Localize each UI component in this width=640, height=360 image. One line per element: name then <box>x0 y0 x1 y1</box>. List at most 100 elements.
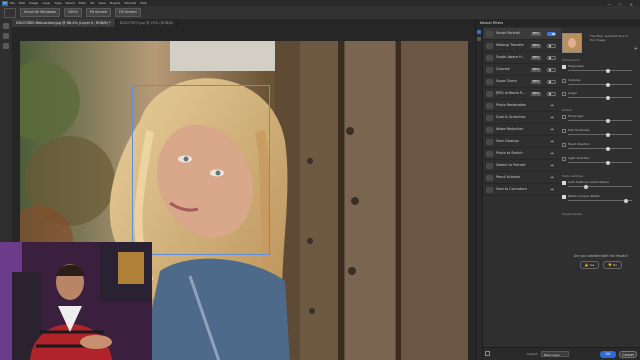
slider-track[interactable] <box>568 84 632 85</box>
slider-handle[interactable] <box>623 198 628 203</box>
slider-track[interactable] <box>568 70 632 71</box>
menu-image[interactable]: Image <box>29 1 38 5</box>
menu-help[interactable]: Help <box>140 1 147 5</box>
checkbox[interactable] <box>562 157 566 161</box>
feedback-no-button[interactable]: 👎 No <box>603 261 623 269</box>
slider-handle[interactable] <box>605 82 610 87</box>
document-tab[interactable]: DSC07850-Retouched.jpg @ 66.4% (Layer 0,… <box>12 19 116 27</box>
cloud-download-icon[interactable]: ☁ <box>550 175 554 179</box>
slider-track[interactable] <box>568 148 632 149</box>
fit-screen-button[interactable]: Fit Screen <box>85 8 112 17</box>
filter-row-dust-scratches[interactable]: Dust & Scratches ☁ <box>483 112 561 124</box>
hand-tool-icon[interactable] <box>4 7 16 18</box>
cloud-download-icon[interactable]: ☁ <box>550 115 554 119</box>
cancel-button[interactable]: Cancel <box>619 350 637 358</box>
menu-3d[interactable]: 3D <box>90 1 94 5</box>
filter-row-noise-reduction[interactable]: Noise Reduction ☁ <box>483 124 561 136</box>
slider-hair-thickness[interactable]: Hair thickness <box>562 128 636 137</box>
cloud-download-icon[interactable]: ☁ <box>550 103 554 107</box>
slider-track[interactable] <box>568 134 632 135</box>
slider-handle[interactable] <box>605 68 610 73</box>
checkbox[interactable] <box>562 181 566 185</box>
checkbox[interactable] <box>562 65 566 69</box>
cloud-download-icon[interactable]: ☁ <box>550 127 554 131</box>
slider-handle[interactable] <box>605 146 610 151</box>
filter-row-colorize[interactable]: Colorize BETA <box>483 64 561 76</box>
slider-track[interactable] <box>568 97 632 98</box>
checkbox[interactable] <box>562 115 566 119</box>
checkbox[interactable] <box>562 129 566 133</box>
scroll-all-windows-button[interactable]: Scroll All Windows <box>20 8 60 17</box>
slider-handle[interactable] <box>605 95 610 100</box>
move-tool-icon[interactable] <box>3 23 9 29</box>
filter-row-pencil-artwork[interactable]: Pencil Artwork ☁ <box>483 172 561 184</box>
slider-happiness[interactable]: Happiness <box>562 64 636 73</box>
checkbox[interactable] <box>562 195 566 199</box>
slider-track[interactable] <box>568 162 632 163</box>
menu-filter[interactable]: Filter <box>79 1 86 5</box>
filter-row-super-zoom[interactable]: Super Zoom BETA <box>483 76 561 88</box>
menu-edit[interactable]: Edit <box>19 1 25 5</box>
cloud-download-icon[interactable]: ☁ <box>550 187 554 191</box>
filters-icon[interactable] <box>477 30 481 34</box>
slider-handle[interactable] <box>605 160 610 165</box>
filter-row-jpeg-artifacts[interactable]: JPEG Artifacts R... BETA <box>483 88 561 100</box>
filter-row-makeup-transfer[interactable]: Makeup Transfer BETA <box>483 40 561 52</box>
filter-toggle[interactable] <box>547 31 556 36</box>
filter-row-face-cleanup[interactable]: Face Cleanup ☁ <box>483 136 561 148</box>
slider-facial-age[interactable]: Facial age <box>562 114 636 123</box>
filter-row-sketch-to-portrait[interactable]: Sketch to Portrait ☁ <box>483 160 561 172</box>
filter-thumbnail <box>486 78 493 85</box>
selected-face-thumbnail[interactable] <box>562 33 582 53</box>
presenter-video <box>0 242 152 360</box>
preview-toggle-icon[interactable] <box>485 351 490 356</box>
menu-select[interactable]: Select <box>66 1 75 5</box>
slider-light-direction[interactable]: Light direction <box>562 156 636 165</box>
slider-handle[interactable] <box>583 184 588 189</box>
filter-toggle[interactable] <box>547 43 556 48</box>
menu-type[interactable]: Type <box>55 1 62 5</box>
filter-thumbnail <box>486 186 493 193</box>
slider-surprise[interactable]: Surprise <box>562 78 636 87</box>
cloud-download-icon[interactable]: ☁ <box>550 139 554 143</box>
slider-track[interactable] <box>568 120 632 121</box>
filter-row-smart-portrait[interactable]: Smart Portrait BETA <box>483 28 561 40</box>
ok-button[interactable]: OK <box>600 350 616 358</box>
slider-anger[interactable]: Anger <box>562 91 636 100</box>
filter-row-depth-aware-haze[interactable]: Depth-Aware H... BETA <box>483 52 561 64</box>
slider-head-direction[interactable]: Head direction <box>562 142 636 151</box>
hand-tool-icon[interactable] <box>3 33 9 39</box>
output-select[interactable]: New Layer <box>541 350 569 357</box>
cloud-download-icon[interactable]: ☁ <box>550 163 554 167</box>
zoom-100-button[interactable]: 100% <box>63 8 82 17</box>
add-face-icon[interactable]: + <box>634 46 638 52</box>
zoom-tool-icon[interactable] <box>3 43 9 49</box>
filter-row-photo-to-sketch[interactable]: Photo to Sketch ☁ <box>483 148 561 160</box>
menu-window[interactable]: Window <box>124 1 136 5</box>
slider-track[interactable] <box>568 186 632 187</box>
document-tab[interactable]: DSC07873.jpg @ 25% (RGB/8) <box>116 19 179 27</box>
menu-plugins[interactable]: Plugins <box>110 1 121 5</box>
filter-row-face-to-caricature[interactable]: Face to Caricature ☁ <box>483 184 561 196</box>
menu-file[interactable]: File <box>10 1 15 5</box>
checkbox[interactable] <box>562 143 566 147</box>
slider-retain-details[interactable]: Retain unique details <box>562 194 636 203</box>
menu-view[interactable]: View <box>98 1 105 5</box>
fill-screen-button[interactable]: Fill Screen <box>115 8 141 17</box>
filter-toggle[interactable] <box>547 67 556 72</box>
checkbox[interactable] <box>562 92 566 96</box>
slider-handle[interactable] <box>605 118 610 123</box>
filter-toggle[interactable] <box>547 79 556 84</box>
filter-toggle[interactable] <box>547 55 556 60</box>
menu-layer[interactable]: Layer <box>42 1 50 5</box>
filter-row-photo-restoration[interactable]: Photo Restoration ☁ <box>483 100 561 112</box>
feedback-yes-button[interactable]: 👍 Yes <box>579 261 600 269</box>
checkbox[interactable] <box>562 79 566 83</box>
slider-track[interactable] <box>568 200 632 201</box>
cloud-download-icon[interactable]: ☁ <box>550 151 554 155</box>
slider-auto-balance[interactable]: Auto balance combinations <box>562 180 636 189</box>
neural-filters-panel: Neural Filters Smart Portrait BETA Makeu… <box>475 19 640 360</box>
wait-list-icon[interactable] <box>477 37 481 41</box>
filter-toggle[interactable] <box>547 91 556 96</box>
slider-handle[interactable] <box>605 132 610 137</box>
